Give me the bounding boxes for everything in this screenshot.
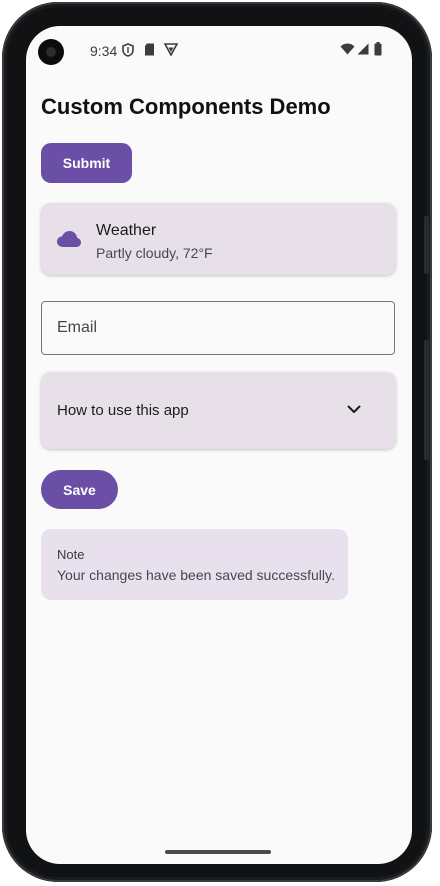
wifi-icon [340, 43, 355, 55]
home-indicator[interactable] [165, 850, 271, 854]
weather-description: Partly cloudy, 72°F [96, 245, 213, 261]
weather-card: Weather Partly cloudy, 72°F [41, 203, 396, 275]
save-button[interactable]: Save [41, 470, 118, 509]
sim-card-icon [145, 43, 154, 56]
power-button [424, 216, 429, 274]
phone-frame: 9:34 Custom Components Demo Submit Weath… [2, 2, 432, 882]
chevron-down-icon[interactable] [347, 405, 361, 414]
accordion-label: How to use this app [57, 402, 189, 419]
email-input[interactable] [42, 302, 394, 354]
submit-button[interactable]: Submit [41, 143, 132, 183]
note-card: Note Your changes have been saved succes… [41, 529, 348, 600]
front-camera [38, 39, 64, 65]
volume-button [424, 340, 429, 460]
signal-icon [357, 43, 369, 55]
weather-title: Weather [96, 222, 157, 239]
vpn-icon [164, 43, 178, 56]
shield-icon [122, 43, 134, 57]
how-to-use-accordion[interactable]: How to use this app [41, 372, 396, 449]
status-bar: 9:34 [26, 26, 412, 78]
status-time: 9:34 [90, 43, 118, 59]
app-screen: 9:34 Custom Components Demo Submit Weath… [26, 26, 412, 864]
email-field[interactable] [41, 301, 395, 355]
cloud-icon [57, 231, 81, 247]
note-title: Note [57, 547, 85, 562]
battery-icon [374, 42, 382, 56]
page-title: Custom Components Demo [41, 94, 331, 119]
note-body: Your changes have been saved successfull… [57, 567, 335, 583]
